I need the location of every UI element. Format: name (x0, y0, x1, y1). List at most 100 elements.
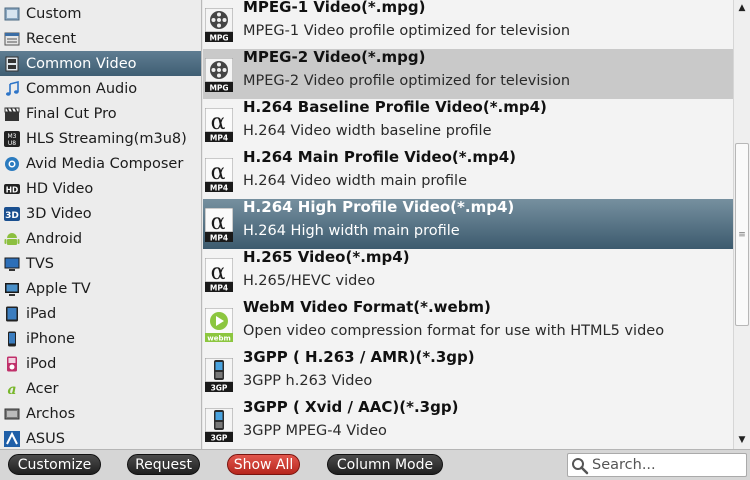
hd-icon: HD (4, 181, 20, 197)
mp4-alpha-icon: α MP4 (204, 107, 234, 142)
recent-icon (4, 31, 20, 47)
category-item[interactable]: Archos (0, 401, 201, 426)
format-list-scrollbar[interactable]: ▲ ≡ ▼ (733, 0, 750, 449)
android-icon (4, 231, 20, 247)
format-description: H.264 Video width baseline profile (243, 123, 492, 139)
category-item[interactable]: HD HD Video (0, 176, 201, 201)
iphone-icon (4, 331, 20, 347)
format-item[interactable]: α MP4 H.265 Video(*.mp4) H.265/HEVC video (203, 248, 733, 299)
format-description: MPEG-1 Video profile optimized for telev… (243, 23, 571, 39)
svg-text:3GP: 3GP (211, 383, 228, 392)
acer-icon: a (4, 381, 20, 397)
scroll-down-arrow-icon[interactable]: ▼ (734, 432, 750, 448)
mp4-alpha-icon: α MP4 (204, 257, 234, 292)
category-label: 3D Video (26, 205, 92, 222)
category-item[interactable]: TVS (0, 251, 201, 276)
format-description: H.265/HEVC video (243, 273, 376, 289)
svg-text:MPG: MPG (209, 83, 228, 92)
category-label: Recent (26, 30, 77, 47)
format-item[interactable]: α MP4 H.264 Baseline Profile Video(*.mp4) H… (203, 98, 733, 149)
format-item[interactable]: webm WebM Video Format(*.webm) Open video … (203, 298, 733, 349)
category-item[interactable]: Common Audio (0, 76, 201, 101)
search-input[interactable] (592, 456, 742, 474)
category-item[interactable]: 3D 3D Video (0, 201, 201, 226)
svg-text:3D: 3D (5, 211, 19, 221)
format-description: 3GPP h.263 Video (243, 373, 373, 389)
music-note-icon (4, 80, 20, 97)
category-label: Android (26, 230, 83, 247)
svg-text:webm: webm (207, 335, 231, 343)
category-label: Apple TV (26, 280, 91, 297)
category-list[interactable]: Custom Recent Common Video Common Audio Fina… (0, 0, 202, 449)
format-title: H.264 Baseline Profile Video(*.mp4) (243, 98, 547, 116)
category-label: ASUS (26, 430, 65, 447)
format-description: H.264 Video width main profile (243, 173, 467, 189)
format-item[interactable]: MPG MPEG-2 Video(*.mpg) MPEG-2 Video profi… (203, 48, 733, 99)
svg-text:MP4: MP4 (210, 183, 228, 192)
show-all-button[interactable]: Show All (227, 454, 300, 475)
svg-text:U8: U8 (8, 140, 16, 147)
format-item[interactable]: MPG MPEG-1 Video(*.mpg) MPEG-1 Video profi… (203, 0, 733, 49)
category-label: Custom (26, 5, 82, 22)
format-list[interactable]: MPG MPEG-1 Video(*.mpg) MPEG-1 Video profi… (203, 0, 733, 449)
category-item[interactable]: iPod (0, 351, 201, 376)
tv-icon (4, 256, 20, 272)
format-title: 3GPP ( Xvid / AAC)(*.3gp) (243, 398, 459, 416)
category-item[interactable]: iPhone (0, 326, 201, 351)
category-item[interactable]: ASUS (0, 426, 201, 449)
category-item[interactable]: Custom (0, 1, 201, 26)
category-item[interactable]: iPad (0, 301, 201, 326)
category-item[interactable]: Avid Media Composer (0, 151, 201, 176)
format-description: H.264 High width main profile (243, 223, 460, 239)
category-item[interactable]: Final Cut Pro (0, 101, 201, 126)
scroll-up-arrow-icon[interactable]: ▲ (734, 0, 750, 16)
svg-text:M3: M3 (8, 133, 17, 140)
3gp-phone-icon: 3GP (204, 357, 234, 392)
category-label: iPad (26, 305, 57, 322)
format-title: MPEG-2 Video(*.mpg) (243, 48, 426, 66)
svg-text:MP4: MP4 (210, 233, 228, 242)
svg-text:MP4: MP4 (210, 133, 228, 142)
format-item[interactable]: α MP4 H.264 Main Profile Video(*.mp4) H.264… (203, 148, 733, 199)
format-item[interactable]: 3GP 3GPP ( H.263 / AMR)(*.3gp) 3GPP h.263 … (203, 348, 733, 399)
svg-text:a: a (7, 382, 16, 397)
custom-icon (4, 6, 20, 22)
customize-button[interactable]: Customize (8, 454, 101, 475)
category-item[interactable]: Android (0, 226, 201, 251)
format-item[interactable]: α MP4 H.264 High Profile Video(*.mp4) H.264… (203, 198, 733, 249)
format-title: WebM Video Format(*.webm) (243, 298, 491, 316)
category-item[interactable]: Common Video (0, 51, 201, 76)
category-label: iPhone (26, 330, 75, 347)
category-label: Final Cut Pro (26, 105, 117, 122)
svg-text:α: α (211, 260, 226, 285)
avid-icon (4, 156, 20, 172)
request-button[interactable]: Request (127, 454, 200, 475)
scroll-thumb[interactable]: ≡ (735, 143, 749, 326)
column-mode-button[interactable]: Column Mode (327, 454, 443, 475)
archos-icon (4, 406, 20, 422)
search-box[interactable] (567, 453, 747, 477)
format-title: 3GPP ( H.263 / AMR)(*.3gp) (243, 348, 475, 366)
format-item[interactable]: 3GP 3GPP ( Xvid / AAC)(*.3gp) 3GPP MPEG-4 … (203, 398, 733, 449)
svg-text:α: α (211, 110, 226, 135)
category-item[interactable]: Apple TV (0, 276, 201, 301)
3d-icon: 3D (4, 206, 20, 222)
svg-text:3GP: 3GP (211, 433, 228, 442)
category-item[interactable]: a Acer (0, 376, 201, 401)
svg-text:HD: HD (6, 185, 19, 194)
category-label: Archos (26, 405, 76, 422)
svg-text:α: α (211, 160, 226, 185)
search-icon (572, 458, 589, 475)
category-label: HLS Streaming(m3u8) (26, 130, 187, 147)
svg-text:MPG: MPG (209, 33, 228, 42)
format-description: Open video compression format for use wi… (243, 323, 665, 339)
category-item[interactable]: M3 U8 HLS Streaming(m3u8) (0, 126, 201, 151)
ipod-icon (4, 356, 20, 372)
category-label: iPod (26, 355, 57, 372)
m3u8-icon: M3 U8 (4, 130, 20, 147)
category-label: Avid Media Composer (26, 155, 184, 172)
format-description: MPEG-2 Video profile optimized for telev… (243, 73, 571, 89)
format-title: MPEG-1 Video(*.mpg) (243, 0, 426, 16)
category-item[interactable]: Recent (0, 26, 201, 51)
svg-text:MP4: MP4 (210, 283, 228, 292)
